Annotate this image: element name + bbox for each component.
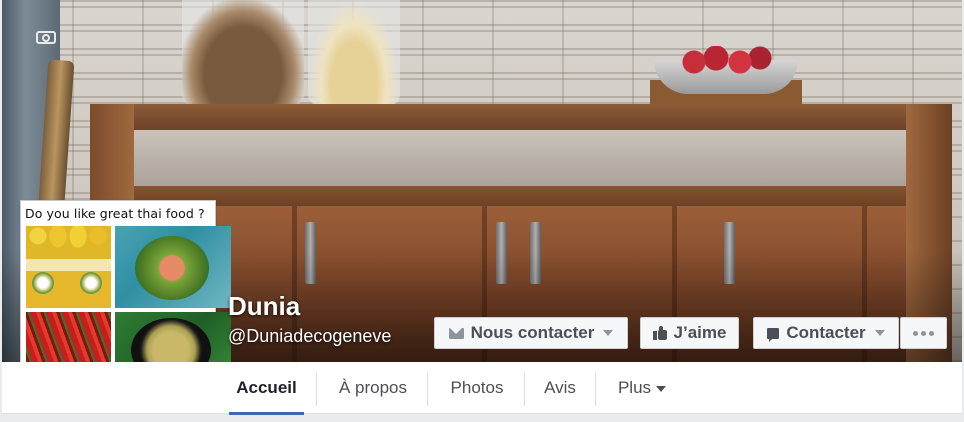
page-username: @Duniadecogeneve	[228, 326, 392, 346]
tab-photos-label: Photos	[450, 378, 504, 397]
thumbs-up-icon	[652, 326, 667, 340]
message-label: Contacter	[786, 323, 866, 342]
mango-slice	[32, 272, 54, 294]
ellipsis-icon	[913, 330, 934, 336]
mango-slice	[80, 272, 102, 294]
tab-photos[interactable]: Photos	[438, 362, 516, 414]
page-tabs: Accueil À propos Photos Avis Plus	[2, 362, 962, 415]
apples	[682, 46, 772, 76]
photo-tile-mangoes	[26, 226, 111, 308]
tab-divider	[316, 372, 317, 406]
salad-plate	[135, 236, 209, 300]
camera-icon[interactable]	[34, 27, 58, 47]
page-title[interactable]: Dunia	[228, 291, 300, 322]
tab-home-label: Accueil	[236, 378, 297, 397]
contact-us-label: Nous contacter	[470, 323, 595, 342]
facebook-page-header: Do you like great thai food ? Dunia @Dun…	[0, 0, 964, 422]
tab-divider	[595, 372, 596, 406]
envelope-icon	[448, 327, 464, 339]
tab-more-label: Plus	[617, 378, 652, 397]
contact-us-button[interactable]: Nous contacter	[434, 317, 628, 349]
photo-tile-salad	[115, 226, 231, 308]
profile-caption: Do you like great thai food ?	[25, 206, 205, 221]
tab-home[interactable]: Accueil	[229, 362, 304, 415]
tab-about[interactable]: À propos	[327, 362, 419, 414]
chevron-down-icon	[656, 386, 667, 392]
chevron-down-icon	[874, 330, 885, 336]
tab-more[interactable]: Plus	[606, 362, 678, 414]
cabinet-shelf	[106, 186, 926, 208]
tab-reviews[interactable]: Avis	[534, 362, 586, 414]
speech-bubble-icon	[767, 327, 780, 342]
tab-divider	[524, 372, 525, 406]
tab-about-label: À propos	[338, 378, 408, 397]
cabinet-open-shelf	[132, 130, 908, 188]
chips-jar	[308, 0, 400, 105]
more-options-button[interactable]	[900, 317, 947, 349]
chevron-down-icon	[603, 330, 614, 336]
like-label: J’aime	[673, 323, 727, 342]
grain-jar	[182, 0, 304, 105]
like-button[interactable]: J’aime	[640, 317, 739, 349]
message-button[interactable]: Contacter	[753, 317, 899, 349]
tab-reviews-label: Avis	[544, 378, 576, 397]
cabinet-top	[90, 104, 952, 130]
tab-divider	[427, 372, 428, 406]
